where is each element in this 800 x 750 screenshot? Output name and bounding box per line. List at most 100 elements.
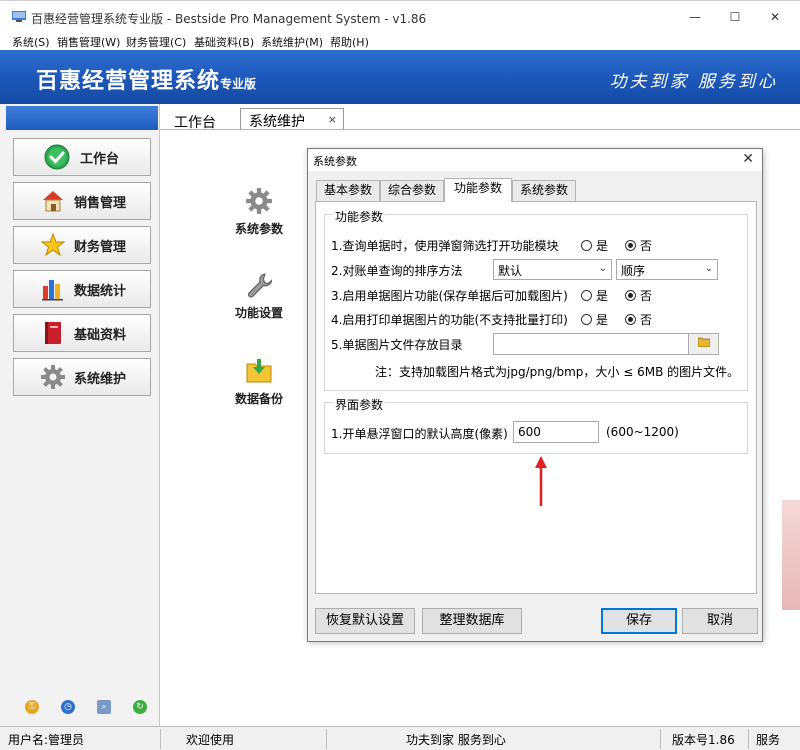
menu-bar: 系统(S) 销售管理(W) 财务管理(C) 基础资料(B) 系统维护(M) 帮助… — [0, 32, 800, 50]
nav-workbench[interactable]: 工作台 — [13, 138, 151, 176]
radio-popup-filter-no[interactable]: 否 — [625, 237, 652, 254]
star-icon — [40, 232, 66, 258]
menu-finance[interactable]: 财务管理(C) — [126, 34, 186, 50]
app-window-icon — [12, 11, 26, 22]
system-params-dialog: 系统参数 ✕ 基本参数 综合参数 功能参数 系统参数 功能参数 1.查询单据时，… — [307, 148, 763, 642]
option-print-images-label: 4.启用打印单据图片的功能(不支持批量打印) — [331, 313, 568, 327]
sort-order-select[interactable]: 顺序 ⌄ — [616, 259, 718, 280]
dialog-titlebar: 系统参数 ✕ — [308, 149, 762, 171]
status-welcome: 欢迎使用 — [186, 733, 235, 747]
clock-icon[interactable]: ◷ — [61, 700, 75, 714]
close-button[interactable]: ✕ — [760, 7, 790, 27]
option-image-dir-label: 5.单据图片文件存放目录 — [331, 338, 463, 352]
option-popup-filter-label: 1.查询单据时，使用弹窗筛选打开功能模块 — [331, 239, 559, 253]
popup-height-range: (600~1200) — [606, 425, 679, 439]
maximize-icon: ☐ — [729, 10, 741, 24]
feature-label: 功能设置 — [234, 306, 283, 320]
close-icon: ✕ — [769, 10, 781, 24]
feature-system-params[interactable]: 系统参数 — [223, 186, 295, 237]
minimize-button[interactable]: — — [680, 7, 710, 27]
nav-finance[interactable]: 财务管理 — [13, 226, 151, 264]
gear-icon — [40, 364, 66, 390]
menu-help[interactable]: 帮助(H) — [330, 34, 369, 50]
wrench-icon — [244, 270, 274, 300]
cancel-button[interactable]: 取消 — [682, 608, 758, 634]
book-icon — [40, 320, 66, 346]
tab-close-icon[interactable]: × — [328, 113, 337, 126]
folder-download-icon — [244, 356, 274, 386]
radio-enable-images-yes[interactable]: 是 — [581, 287, 608, 304]
bar-chart-icon — [40, 276, 66, 302]
key-icon[interactable]: ⚿ — [25, 700, 39, 714]
menu-sales[interactable]: 销售管理(W) — [57, 34, 120, 50]
tab-system-params[interactable]: 系统参数 — [512, 180, 576, 201]
ui-params-group: 界面参数 1.开单悬浮窗口的默认高度(像素) 600 (600~1200) — [324, 396, 748, 454]
menu-system[interactable]: 系统(S) — [12, 34, 50, 50]
menu-basic-data[interactable]: 基础资料(B) — [194, 34, 254, 50]
tab-divider — [160, 129, 800, 130]
dialog-title: 系统参数 — [313, 155, 357, 168]
group-title: 界面参数 — [333, 396, 386, 413]
dialog-tab-panel: 功能参数 1.查询单据时，使用弹窗筛选打开功能模块 是 否 2.对账单查询的排序… — [315, 201, 757, 594]
search-window-icon[interactable]: ⌕ — [97, 700, 111, 714]
app-brand: 百惠经营管理系统专业版 — [36, 63, 256, 95]
tab-system-maintenance[interactable]: 系统维护 × — [240, 108, 344, 130]
sort-field-select[interactable]: 默认 ⌄ — [493, 259, 612, 280]
menu-maintenance[interactable]: 系统维护(M) — [261, 34, 323, 50]
nav-basic-data[interactable]: 基础资料 — [13, 314, 151, 352]
window-title: 百惠经营管理系统专业版 - Bestside Pro Management Sy… — [31, 12, 427, 26]
feature-label: 系统参数 — [234, 222, 283, 236]
minimize-icon: — — [689, 10, 701, 24]
image-format-note: 注：支持加载图片格式为jpg/png/bmp，大小 ≤ 6MB 的图片文件。 — [375, 365, 740, 379]
feature-function-settings[interactable]: 功能设置 — [223, 270, 295, 321]
save-button[interactable]: 保存 — [601, 608, 677, 634]
banner-slogan: 功夫到家 服务到心 — [609, 72, 778, 92]
house-icon — [40, 188, 66, 214]
status-service: 服务 — [756, 733, 781, 747]
radio-enable-images-no[interactable]: 否 — [625, 287, 652, 304]
feature-label: 数据备份 — [234, 392, 283, 406]
feature-data-backup[interactable]: 数据备份 — [223, 356, 295, 407]
tab-workbench[interactable]: 工作台 — [174, 112, 216, 134]
status-user: 用户名:管理员 — [8, 733, 85, 747]
tidy-database-button[interactable]: 整理数据库 — [422, 608, 522, 634]
brand-title: 百惠经营管理系统 — [36, 69, 221, 94]
check-circle-icon — [44, 144, 70, 170]
nav-sales[interactable]: 销售管理 — [13, 182, 151, 220]
popup-height-input[interactable]: 600 — [513, 421, 599, 443]
nav-label: 系统维护 — [74, 371, 127, 387]
option-enable-images-label: 3.启用单据图片功能(保存单据后可加载图片) — [331, 289, 568, 303]
window-titlebar: 百惠经营管理系统专业版 - Bestside Pro Management Sy… — [0, 0, 800, 32]
nav-label: 销售管理 — [74, 195, 127, 211]
status-bar: 用户名:管理员 欢迎使用 功夫到家 服务到心 版本号1.86 服务 — [0, 726, 800, 750]
maximize-button[interactable]: ☐ — [720, 7, 750, 27]
nav-label: 数据统计 — [74, 283, 127, 299]
tab-label: 系统维护 — [249, 114, 305, 130]
brand-edition: 专业版 — [220, 77, 257, 91]
radio-popup-filter-yes[interactable]: 是 — [581, 237, 608, 254]
function-params-group: 功能参数 1.查询单据时，使用弹窗筛选打开功能模块 是 否 2.对账单查询的排序… — [324, 208, 748, 391]
group-title: 功能参数 — [333, 208, 386, 225]
radio-print-images-no[interactable]: 否 — [625, 311, 652, 328]
radio-print-images-yes[interactable]: 是 — [581, 311, 608, 328]
status-version: 版本号1.86 — [672, 733, 735, 747]
option-statement-sort-label: 2.对账单查询的排序方法 — [331, 264, 463, 278]
nav-label: 财务管理 — [74, 239, 127, 255]
tab-basic-params[interactable]: 基本参数 — [316, 180, 380, 201]
header-banner: 百惠经营管理系统专业版 功夫到家 服务到心 — [0, 50, 800, 104]
dialog-close-icon[interactable]: ✕ — [742, 151, 754, 167]
refresh-icon[interactable]: ↻ — [133, 700, 147, 714]
browse-folder-button[interactable] — [688, 333, 719, 355]
folder-icon — [697, 337, 710, 348]
tab-general-params[interactable]: 综合参数 — [380, 180, 444, 201]
status-slogan: 功夫到家 服务到心 — [406, 733, 506, 747]
gear-icon — [244, 186, 274, 216]
image-dir-input[interactable] — [493, 333, 689, 355]
nav-label: 基础资料 — [74, 327, 127, 343]
nav-label: 工作台 — [80, 151, 120, 167]
nav-statistics[interactable]: 数据统计 — [13, 270, 151, 308]
nav-maintenance[interactable]: 系统维护 — [13, 358, 151, 396]
tab-function-params[interactable]: 功能参数 — [444, 178, 512, 202]
left-sidebar: 工作台 销售管理 财务管理 数据统计 基础资料 系统维护 ⚿ ◷ ⌕ ↻ — [0, 104, 160, 726]
restore-defaults-button[interactable]: 恢复默认设置 — [315, 608, 415, 634]
